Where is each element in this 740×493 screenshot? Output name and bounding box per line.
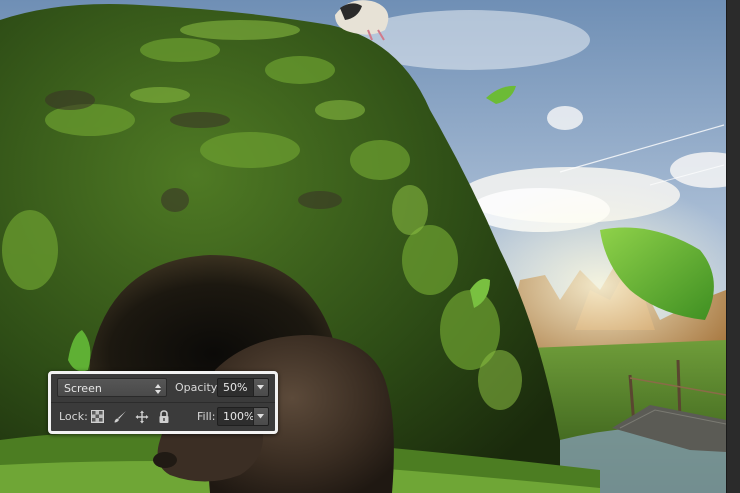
lock-transparent-pixels-icon[interactable] <box>91 410 105 424</box>
lock-position-move-icon[interactable] <box>135 410 149 424</box>
opacity-label: Opacity: <box>175 381 221 394</box>
scrollbar[interactable] <box>726 0 740 493</box>
lock-fill-row: Lock: Fill: 100% <box>51 403 275 431</box>
fill-value: 100% <box>223 410 255 423</box>
chevron-down-icon <box>257 385 264 390</box>
lock-all-padlock-icon[interactable] <box>158 410 172 424</box>
chevron-down-icon <box>257 414 264 419</box>
lock-image-pixels-brush-icon[interactable] <box>113 410 127 424</box>
opacity-value: 50% <box>223 381 248 394</box>
opacity-field[interactable]: 50% <box>217 378 269 397</box>
updown-arrows-icon <box>154 382 162 394</box>
lock-label: Lock: <box>59 410 88 423</box>
opacity-dropdown-button[interactable] <box>253 379 268 396</box>
fill-label: Fill: <box>197 410 216 423</box>
blend-mode-select[interactable]: Screen <box>57 378 167 397</box>
blend-mode-value: Screen <box>64 382 102 395</box>
blend-opacity-row: Screen Opacity: 50% <box>51 374 275 403</box>
layers-panel: Screen Opacity: 50% Lock: Fill: 100% <box>48 371 278 434</box>
fill-dropdown-button[interactable] <box>253 408 268 425</box>
fill-field[interactable]: 100% <box>217 407 269 426</box>
